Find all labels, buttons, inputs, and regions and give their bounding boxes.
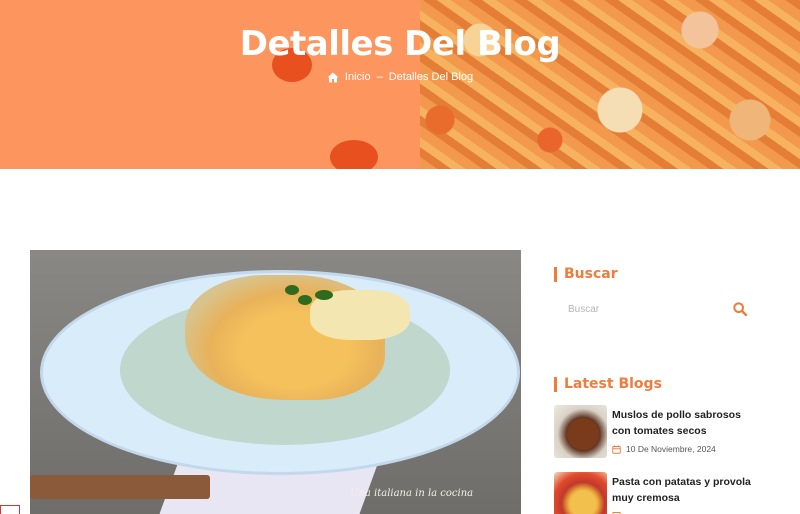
corner-widget[interactable] xyxy=(0,505,20,514)
blog-date: 10 De Noviembre, 2024 xyxy=(612,444,716,454)
herb-garnish xyxy=(298,295,312,305)
blog-thumbnail[interactable] xyxy=(554,472,607,514)
breadcrumb: Inicio – Detalles Del Blog xyxy=(0,71,800,83)
blog-thumbnail[interactable] xyxy=(554,405,607,458)
blog-title-link[interactable]: Muslos de pollo sabrosos con tomates sec… xyxy=(612,407,762,439)
breadcrumb-home-link[interactable]: Inicio xyxy=(345,71,371,83)
search-form xyxy=(554,295,754,323)
breadcrumb-current: Detalles Del Blog xyxy=(388,71,474,83)
breadcrumb-separator: – xyxy=(376,71,383,83)
latest-blogs-title: Latest Blogs xyxy=(554,377,662,392)
home-icon xyxy=(327,72,339,82)
blog-featured-image: Una italiana in la cocina xyxy=(30,250,521,514)
page-title: Detalles Del Blog xyxy=(239,24,561,64)
calendar-icon xyxy=(612,444,621,454)
herb-garnish xyxy=(315,290,333,300)
blog-date-text: 10 De Noviembre, 2024 xyxy=(626,444,716,454)
herb-garnish xyxy=(285,285,299,295)
latest-blog-item[interactable]: Muslos de pollo sabrosos con tomates sec… xyxy=(554,405,764,460)
blog-title-link[interactable]: Pasta con patatas y provola muy cremosa xyxy=(612,474,762,506)
search-icon[interactable] xyxy=(732,301,748,317)
latest-blog-item[interactable]: Pasta con patatas y provola muy cremosa xyxy=(554,472,764,514)
search-widget-title: Buscar xyxy=(554,267,618,282)
tomato-decoration xyxy=(330,140,378,169)
page-hero-banner: Detalles Del Blog Inicio – Detalles Del … xyxy=(0,0,800,169)
wooden-board xyxy=(30,475,210,499)
search-input[interactable] xyxy=(554,295,724,323)
image-watermark: Una italiana in la cocina xyxy=(350,488,474,499)
